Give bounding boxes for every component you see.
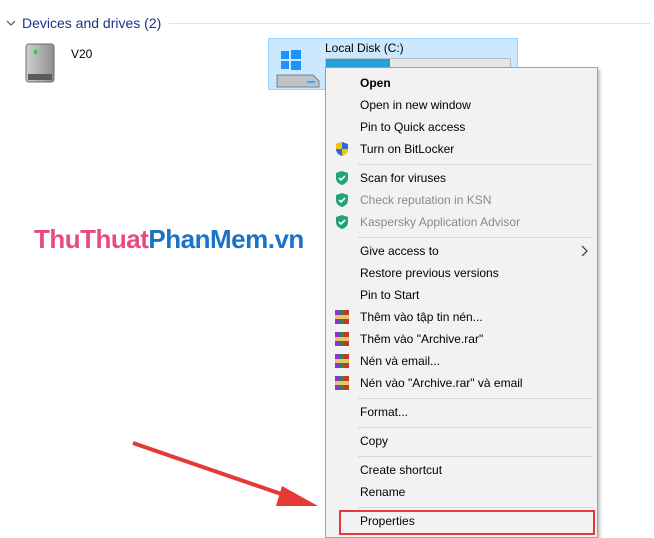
watermark-part-2: PhanMem: [148, 224, 268, 254]
menu-item-label: Pin to Quick access: [360, 120, 466, 134]
menu-item-pin-to-start[interactable]: Pin to Start: [328, 284, 595, 306]
drive-name: Local Disk (C:): [325, 41, 404, 55]
chevron-down-icon[interactable]: [4, 16, 18, 30]
menu-item-scan-for-viruses[interactable]: Scan for viruses: [328, 167, 595, 189]
chevron-right-icon: [581, 245, 589, 257]
watermark-part-1: ThuThuat: [34, 224, 149, 254]
kaspersky-shield-icon: [334, 192, 350, 208]
menu-item-n-n-v-email[interactable]: Nén và email...: [328, 350, 595, 372]
menu-item-th-m-v-o-archive-rar[interactable]: Thêm vào "Archive.rar": [328, 328, 595, 350]
windows-drive-icon: [276, 50, 320, 88]
menu-item-label: Open: [360, 76, 391, 90]
menu-item-rename[interactable]: Rename: [328, 481, 595, 503]
menu-item-copy[interactable]: Copy: [328, 430, 595, 452]
menu-item-label: Rename: [360, 485, 406, 499]
menu-item-label: Check reputation in KSN: [360, 193, 492, 207]
drive-name: V20: [71, 47, 93, 61]
menu-item-label: Format...: [360, 405, 409, 419]
menu-item-th-m-v-o-t-p-tin-n-n[interactable]: Thêm vào tập tin nén...: [328, 306, 595, 328]
menu-item-n-n-v-o-archive-rar-v-email[interactable]: Nén vào "Archive.rar" và email: [328, 372, 595, 394]
menu-separator: [358, 398, 593, 399]
menu-item-kaspersky-application-advisor[interactable]: Kaspersky Application Advisor: [328, 211, 595, 233]
watermark-part-3: .vn: [267, 224, 305, 254]
winrar-icon: [334, 375, 350, 391]
menu-item-give-access-to[interactable]: Give access to: [328, 240, 595, 262]
properties-highlight-box: [339, 510, 595, 535]
watermark-logo: ThuThuatPhanMem.vn: [34, 224, 304, 255]
kaspersky-shield-icon: [334, 170, 350, 186]
menu-separator: [358, 456, 593, 457]
menu-item-label: Nén và email...: [360, 354, 441, 368]
removable-drive-icon: [25, 43, 55, 83]
menu-item-format[interactable]: Format...: [328, 401, 595, 423]
menu-item-label: Create shortcut: [360, 463, 443, 477]
kaspersky-shield-icon: [334, 214, 350, 230]
menu-item-turn-on-bitlocker[interactable]: Turn on BitLocker: [328, 138, 595, 160]
menu-item-label: Kaspersky Application Advisor: [360, 215, 521, 229]
menu-item-label: Thêm vào tập tin nén...: [360, 310, 483, 324]
menu-item-label: Turn on BitLocker: [360, 142, 455, 156]
menu-item-label: Open in new window: [360, 98, 471, 112]
group-divider: [169, 22, 650, 24]
group-title: Devices and drives (2): [22, 15, 162, 31]
menu-item-label: Give access to: [360, 244, 439, 258]
devices-and-drives-header[interactable]: Devices and drives (2): [4, 12, 650, 34]
menu-item-pin-to-quick-access[interactable]: Pin to Quick access: [328, 116, 595, 138]
menu-separator: [358, 164, 593, 165]
menu-item-label: Restore previous versions: [360, 266, 499, 280]
winrar-icon: [334, 353, 350, 369]
menu-item-open[interactable]: Open: [328, 72, 595, 94]
menu-separator: [358, 427, 593, 428]
menu-item-restore-previous-versions[interactable]: Restore previous versions: [328, 262, 595, 284]
menu-item-check-reputation-in-ksn[interactable]: Check reputation in KSN: [328, 189, 595, 211]
context-menu: Open Open in new window Pin to Quick acces…: [325, 67, 598, 538]
menu-item-label: Thêm vào "Archive.rar": [360, 332, 484, 346]
menu-separator: [358, 507, 593, 508]
menu-item-label: Pin to Start: [360, 288, 420, 302]
winrar-icon: [334, 331, 350, 347]
winrar-icon: [334, 309, 350, 325]
drive-v20[interactable]: V20: [22, 40, 142, 90]
menu-item-label: Scan for viruses: [360, 171, 447, 185]
menu-item-label: Copy: [360, 434, 389, 448]
menu-item-create-shortcut[interactable]: Create shortcut: [328, 459, 595, 481]
menu-separator: [358, 237, 593, 238]
menu-item-open-in-new-window[interactable]: Open in new window: [328, 94, 595, 116]
menu-item-label: Nén vào "Archive.rar" và email: [360, 376, 523, 390]
uac-shield-icon: [334, 141, 350, 157]
